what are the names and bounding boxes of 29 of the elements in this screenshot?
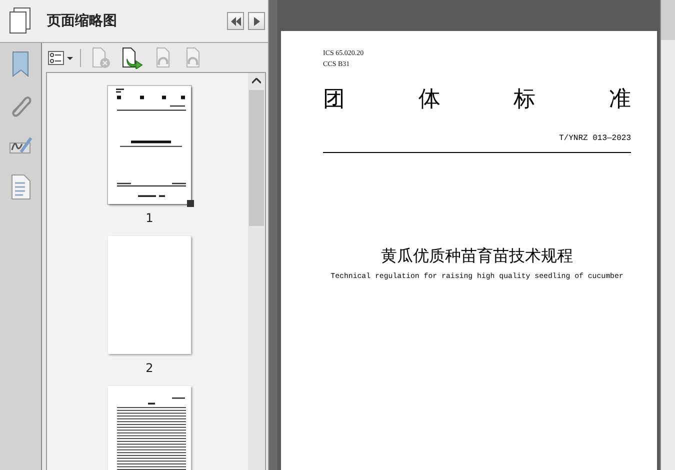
page-number: 1 [146,211,154,225]
page-number: 2 [146,361,154,375]
scrollbar[interactable] [248,73,265,470]
collapse-button[interactable] [227,12,244,30]
page-thumbnail[interactable] [108,86,191,204]
heading-character: 体 [418,86,440,114]
paperclip-icon[interactable] [10,94,32,118]
splitter-handle[interactable] [268,0,277,470]
panel-title: 页面缩略图 [47,12,118,30]
heading-character: 准 [608,86,631,114]
standard-number: T/YNRZ 013—2023 [558,134,631,143]
scrollbar-thumb[interactable] [661,0,675,40]
bookmark-icon[interactable] [10,51,30,77]
scrollbar-thumb[interactable] [249,90,264,226]
double-triangle-left-icon [230,16,240,26]
triangle-right-icon [254,16,260,26]
pages-icon[interactable] [8,7,32,35]
document-title: 黄瓜优质种苗育苗技术规程 [381,246,573,267]
heading-character: 标 [514,86,536,114]
list-button[interactable] [48,50,74,64]
heading-character: 团 [323,86,345,114]
page-insert-button[interactable] [121,46,143,68]
page-thumbnail[interactable] [108,386,191,470]
scrollbar[interactable] [660,0,675,470]
document-icon[interactable] [10,174,30,200]
scroll-up-icon[interactable] [252,78,261,84]
page-thumbnail[interactable] [108,236,191,354]
view-handle[interactable] [187,200,194,207]
expand-button[interactable] [248,12,265,30]
